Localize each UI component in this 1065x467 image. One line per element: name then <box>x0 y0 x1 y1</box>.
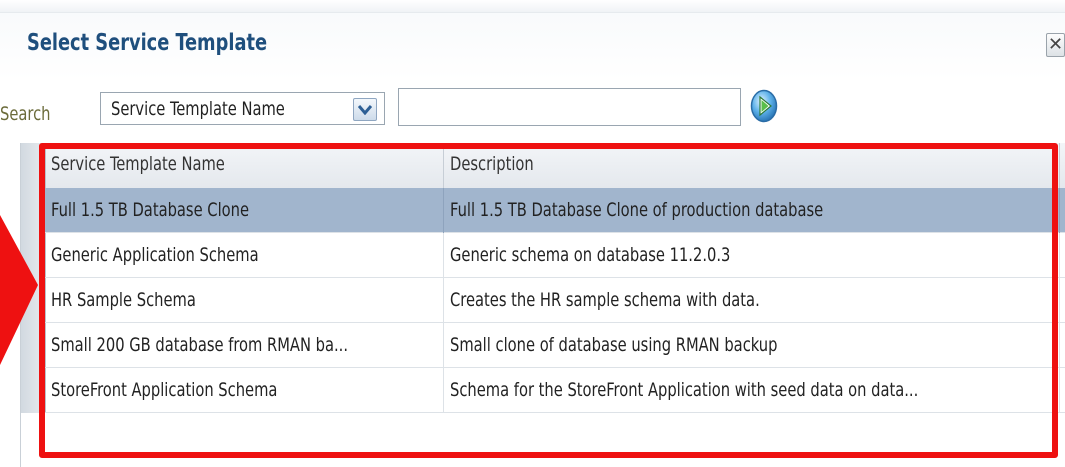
cell-text: Small clone of database using RMAN backu… <box>450 334 778 356</box>
cell-text: HR Sample Schema <box>51 289 196 311</box>
table-cell-description: Small clone of database using RMAN backu… <box>444 323 1060 368</box>
table-cell-name: Generic Application Schema <box>45 233 444 278</box>
close-icon[interactable]: ✕ <box>1046 33 1065 57</box>
table-cell-description: Creates the HR sample schema with data. <box>444 278 1060 323</box>
table-cell-description: Generic schema on database 11.2.0.3 <box>444 233 1060 278</box>
column-header-name-label: Service Template Name <box>51 153 225 175</box>
cell-text: Generic schema on database 11.2.0.3 <box>450 244 731 266</box>
table-cell-description: Full 1.5 TB Database Clone of production… <box>444 188 1060 233</box>
search-field-select[interactable]: Service Template Name <box>100 92 385 125</box>
cell-text: StoreFront Application Schema <box>51 379 278 401</box>
service-template-table: Service Template Name Description Full 1… <box>20 143 1065 467</box>
cell-text: Schema for the StoreFront Application wi… <box>450 379 919 401</box>
cell-text: Small 200 GB database from RMAN ba... <box>51 334 348 356</box>
search-input[interactable] <box>398 88 741 126</box>
cell-text: Full 1.5 TB Database Clone of production… <box>450 199 824 221</box>
table-header: Service Template Name Description <box>21 143 1065 189</box>
table-row[interactable]: Generic Application Schema Generic schem… <box>45 233 1065 278</box>
chevron-down-icon[interactable] <box>353 98 377 121</box>
select-service-template-dialog: Select Service Template ✕ Search Service… <box>0 0 1065 467</box>
table-cell-description: Schema for the StoreFront Application wi… <box>444 368 1060 413</box>
table-row[interactable]: Small 200 GB database from RMAN ba... Sm… <box>45 323 1065 368</box>
table-cell-name: Full 1.5 TB Database Clone <box>45 188 444 233</box>
cell-text: Creates the HR sample schema with data. <box>450 289 760 311</box>
table-cell-name: HR Sample Schema <box>45 278 444 323</box>
table-cell-name: StoreFront Application Schema <box>45 368 444 413</box>
table-row[interactable]: Full 1.5 TB Database Clone Full 1.5 TB D… <box>45 188 1065 233</box>
dialog-title: Select Service Template <box>27 30 268 56</box>
callout-arrow-icon <box>0 215 38 365</box>
column-header-description[interactable]: Description <box>444 143 1060 188</box>
table-row[interactable]: HR Sample Schema Creates the HR sample s… <box>45 278 1065 323</box>
table-cell-name: Small 200 GB database from RMAN ba... <box>45 323 444 368</box>
search-label: Search <box>0 103 51 125</box>
table-row[interactable]: StoreFront Application Schema Schema for… <box>45 368 1065 413</box>
go-arrow-icon[interactable] <box>750 88 778 124</box>
column-header-name[interactable]: Service Template Name <box>45 143 444 188</box>
dialog-top-strip <box>0 0 1065 13</box>
cell-text: Full 1.5 TB Database Clone <box>51 199 250 221</box>
column-header-description-label: Description <box>450 153 534 175</box>
search-field-selected-value: Service Template Name <box>111 98 285 120</box>
cell-text: Generic Application Schema <box>51 244 259 266</box>
